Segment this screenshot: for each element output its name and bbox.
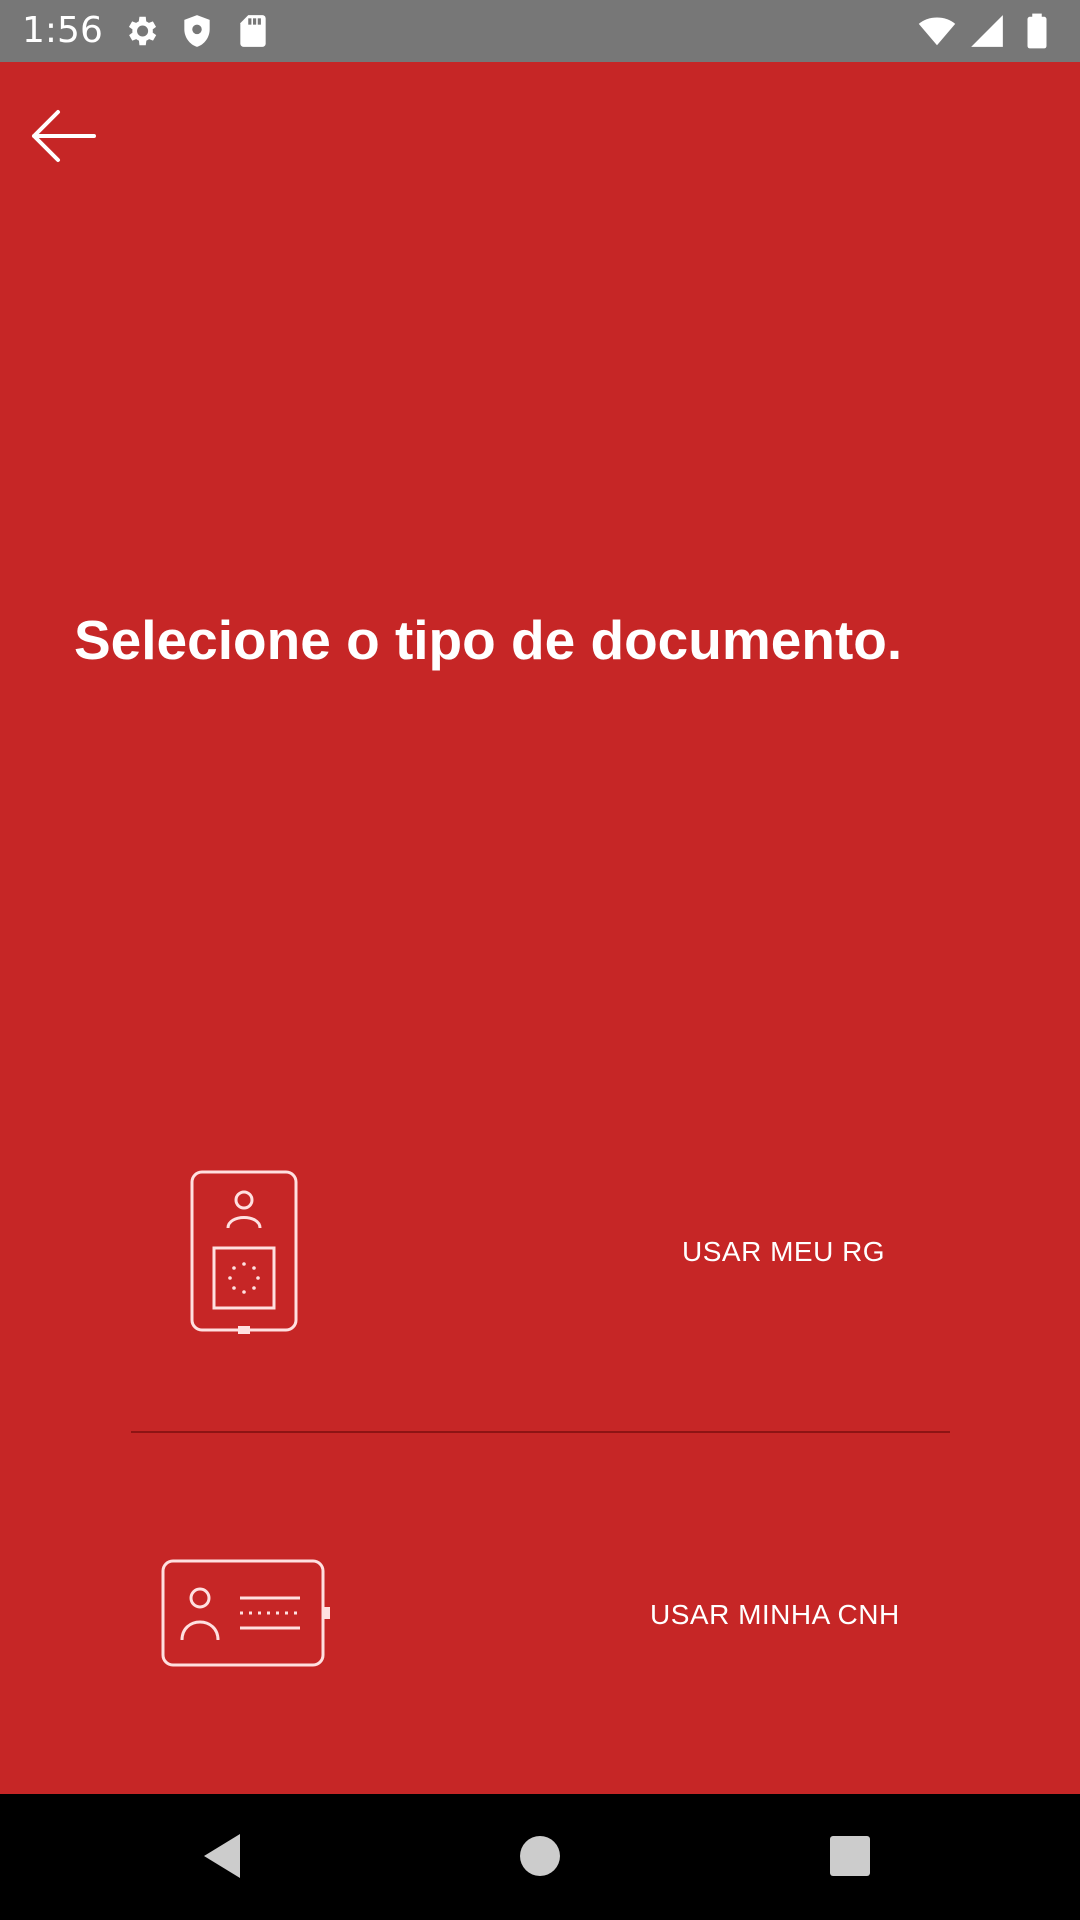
driver-license-icon [161,1559,330,1667]
option-rg-label: USAR MEU RG [682,1236,886,1267]
sd-card-icon [240,15,266,47]
nav-bar [0,1794,1080,1920]
battery-icon [1027,13,1047,49]
page-title: Selecione o tipo de documento. [74,609,903,671]
wifi-icon [918,17,956,46]
screen: 1:56 Selecione o tipo de documento. USAR… [0,0,1080,1920]
arrow-left-icon[interactable] [28,106,100,166]
status-left-icons [122,12,272,50]
shield-icon [184,15,210,47]
option-cnh-button[interactable]: USAR MINHA CNH [0,1500,1080,1740]
option-rg-button[interactable]: USAR MEU RG [0,1140,1080,1360]
status-right-icons [918,12,1056,50]
divider [131,1431,950,1433]
id-card-vertical-icon [190,1170,298,1334]
home-circle-icon[interactable] [510,1826,570,1886]
recents-square-icon[interactable] [820,1826,880,1886]
option-cnh-label: USAR MINHA CNH [650,1599,900,1630]
back-triangle-icon[interactable] [194,1826,254,1886]
cell-signal-icon [971,15,1003,47]
settings-icon [128,16,157,46]
status-bar: 1:56 [0,0,1080,62]
status-time: 1:56 [22,10,103,51]
